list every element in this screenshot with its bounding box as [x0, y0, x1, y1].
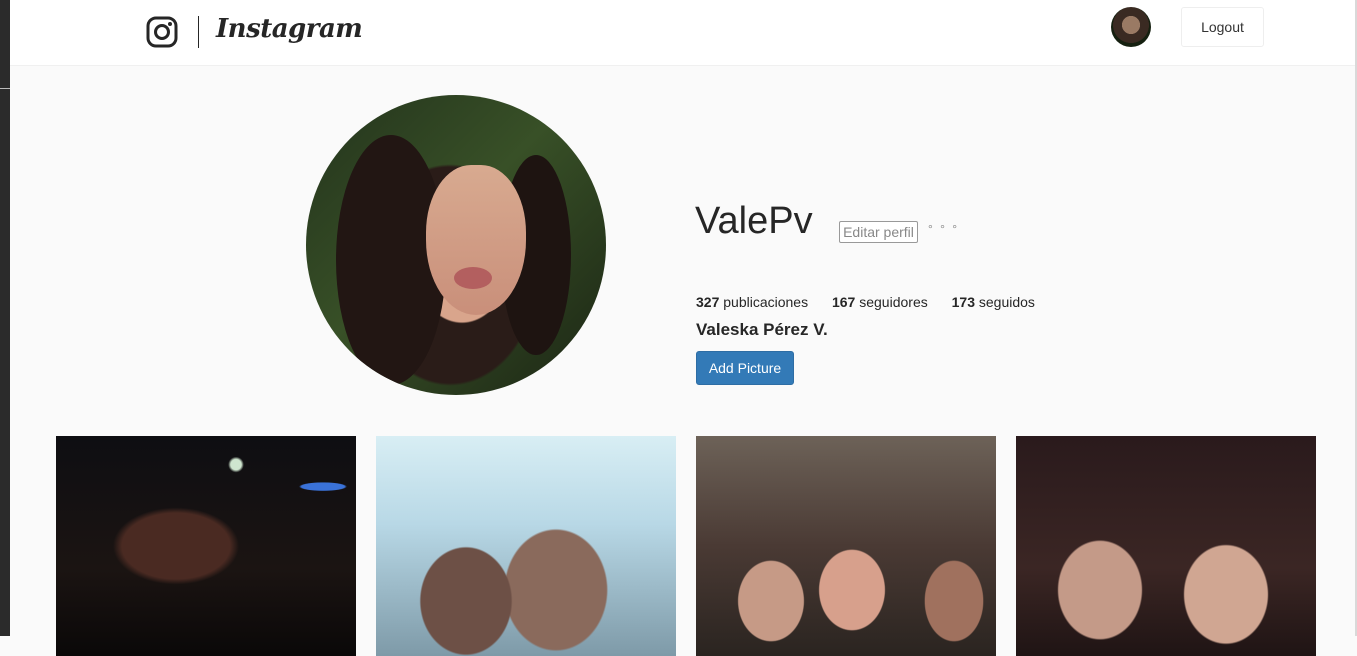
- left-window-edge: [0, 0, 10, 636]
- profile-full-name: Valeska Pérez V.: [696, 320, 828, 339]
- followers-stat[interactable]: 167 seguidores: [832, 294, 928, 310]
- options-icon[interactable]: ° ° °: [928, 222, 959, 236]
- instagram-camera-icon[interactable]: [146, 16, 178, 48]
- logo-divider: [198, 16, 199, 48]
- instagram-wordmark[interactable]: Instagram: [216, 14, 363, 44]
- posts-stat: 327 publicaciones: [696, 294, 809, 310]
- profile-picture[interactable]: [306, 95, 606, 395]
- following-stat[interactable]: 173 seguidos: [952, 294, 1035, 310]
- post-thumbnail[interactable]: [696, 436, 996, 656]
- profile-username: ValePv: [695, 200, 813, 242]
- edit-profile-button[interactable]: Editar perfil: [839, 221, 918, 243]
- add-picture-button[interactable]: Add Picture: [696, 351, 794, 385]
- post-thumbnail[interactable]: [376, 436, 676, 656]
- nav-avatar[interactable]: [1111, 7, 1151, 47]
- profile-stats: 327 publicaciones 167 seguidores 173 seg…: [696, 294, 1055, 310]
- post-thumbnail[interactable]: [1016, 436, 1316, 656]
- post-thumbnail[interactable]: [56, 436, 356, 656]
- top-navbar: Instagram Logout: [10, 0, 1355, 66]
- logout-button[interactable]: Logout: [1181, 7, 1264, 47]
